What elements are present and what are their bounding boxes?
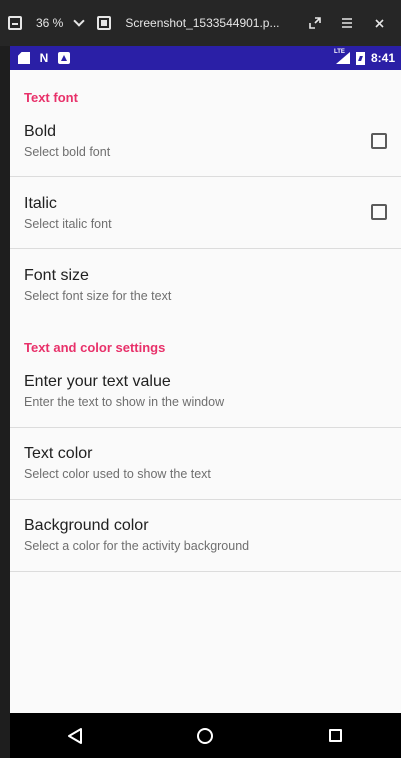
a-notification-icon xyxy=(58,52,70,64)
viewer-toolbar: 36 % Screenshot_1533544901.p... xyxy=(0,0,401,46)
pref-summary: Select a color for the activity backgrou… xyxy=(24,539,250,553)
n-notification-icon: N xyxy=(39,51,49,65)
pref-title: Text color xyxy=(24,445,93,462)
pref-background-color[interactable]: Background color Select a color for the … xyxy=(10,517,401,572)
pref-summary: Select italic font xyxy=(24,217,112,231)
expand-icon[interactable] xyxy=(301,9,329,37)
pref-text-color[interactable]: Text color Select color used to show the… xyxy=(10,445,401,500)
bold-checkbox[interactable] xyxy=(371,133,387,149)
pref-summary: Select font size for the text xyxy=(24,289,172,303)
viewer-title: Screenshot_1533544901.p... xyxy=(125,16,280,30)
zoom-dropdown-chevron-icon[interactable] xyxy=(73,15,86,27)
clock: 8:41 xyxy=(370,51,395,65)
navigation-bar xyxy=(10,713,401,758)
pref-title: Enter your text value xyxy=(24,373,171,390)
section-header-text-color-settings: Text and color settings xyxy=(24,340,166,355)
pref-title: Background color xyxy=(24,517,149,534)
preferences-screen: Text font Bold Select bold font Italic S… xyxy=(10,70,401,713)
signal-icon: LTE xyxy=(333,49,350,64)
battery-charging-icon xyxy=(355,51,365,65)
recents-icon[interactable] xyxy=(316,716,356,756)
pref-font-size[interactable]: Font size Select font size for the text xyxy=(10,267,401,317)
pref-bold[interactable]: Bold Select bold font xyxy=(10,123,401,177)
pref-title: Bold xyxy=(24,123,57,140)
pref-title: Font size xyxy=(24,267,89,284)
pref-summary: Select bold font xyxy=(24,145,111,159)
pref-title: Italic xyxy=(24,195,57,212)
back-icon[interactable] xyxy=(55,716,95,756)
network-type: LTE xyxy=(333,49,345,55)
pref-text-value[interactable]: Enter your text value Enter the text to … xyxy=(10,373,401,428)
zoom-level[interactable]: 36 % xyxy=(36,16,63,30)
minimize-icon[interactable] xyxy=(8,16,22,30)
fit-to-window-icon[interactable] xyxy=(97,16,112,30)
status-bar: N LTE 8:41 xyxy=(10,46,401,70)
pref-italic[interactable]: Italic Select italic font xyxy=(10,195,401,249)
sd-card-icon xyxy=(18,52,30,64)
pref-summary: Select color used to show the text xyxy=(24,467,211,481)
pref-summary: Enter the text to show in the window xyxy=(24,395,225,409)
close-icon[interactable] xyxy=(365,9,393,37)
italic-checkbox[interactable] xyxy=(371,204,387,220)
home-icon[interactable] xyxy=(185,716,225,756)
section-header-text-font: Text font xyxy=(24,90,78,105)
menu-icon[interactable] xyxy=(333,9,361,37)
